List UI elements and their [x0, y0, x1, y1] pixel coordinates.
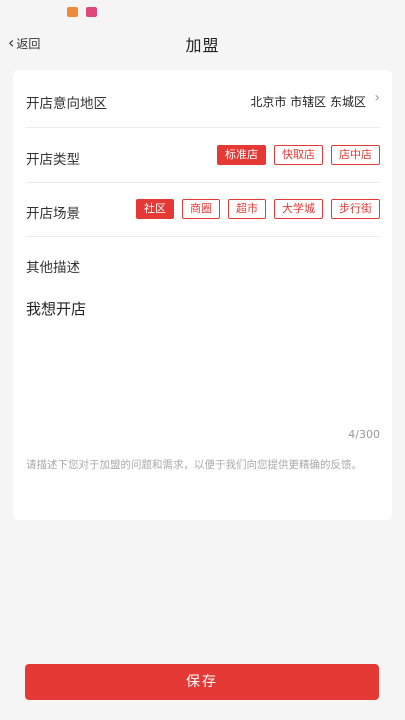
notification-app-icon — [67, 7, 78, 17]
scene-option-supermarket[interactable]: 超市 — [228, 199, 266, 219]
save-button[interactable]: 保存 — [25, 664, 379, 700]
region-row[interactable]: 开店意向地区 北京市 市辖区 东城区 › — [26, 70, 380, 128]
scene-options: 社区 商圈 超市 大学城 步行街 — [128, 199, 380, 219]
scene-label: 开店场景 — [26, 206, 80, 222]
store-type-label: 开店类型 — [26, 152, 80, 168]
store-type-option-shop-in-shop[interactable]: 店中店 — [331, 145, 380, 165]
scene-row: 开店场景 社区 商圈 超市 大学城 步行街 — [26, 183, 380, 237]
store-type-options: 标准店 快取店 店中店 — [209, 145, 380, 165]
region-value: 北京市 市辖区 东城区 — [250, 95, 366, 109]
description-label: 其他描述 — [26, 260, 80, 276]
page-title: 加盟 — [185, 36, 220, 55]
notification-app-icon — [86, 7, 97, 17]
status-bar — [0, 0, 405, 24]
franchise-form-card: 开店意向地区 北京市 市辖区 东城区 › 开店类型 标准店 快取店 店中店 开店… — [13, 70, 392, 520]
store-type-row: 开店类型 标准店 快取店 店中店 — [26, 128, 380, 183]
scene-option-community[interactable]: 社区 — [136, 199, 174, 219]
region-label: 开店意向地区 — [26, 96, 107, 112]
scene-option-university-town[interactable]: 大学城 — [274, 199, 323, 219]
character-count: 4/300 — [348, 428, 380, 441]
scene-option-business-district[interactable]: 商圈 — [182, 199, 220, 219]
description-hint: 请描述下您对于加盟的问题和需求，以便于我们向您提供更精确的反馈。 — [26, 459, 362, 471]
scene-option-pedestrian-street[interactable]: 步行街 — [331, 199, 380, 219]
store-type-option-express[interactable]: 快取店 — [274, 145, 323, 165]
navigation-bar: ‹ 返回 加盟 — [0, 24, 405, 62]
store-type-option-standard[interactable]: 标准店 — [217, 145, 266, 165]
description-input[interactable]: 我想开店 — [26, 298, 380, 420]
chevron-right-icon: › — [374, 90, 380, 106]
